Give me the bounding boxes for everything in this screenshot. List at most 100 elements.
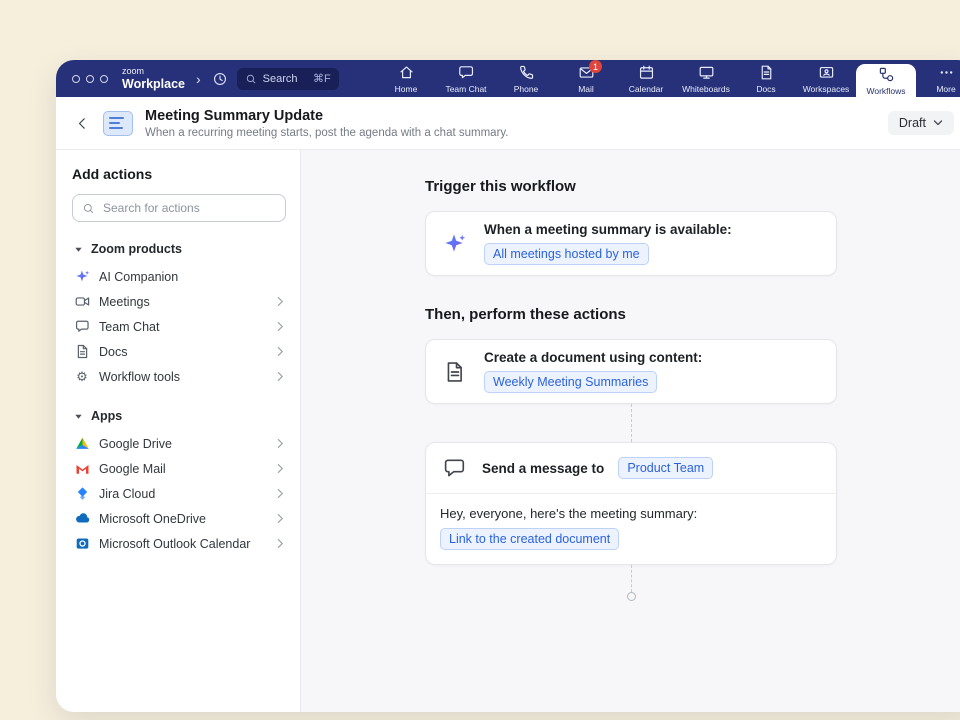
sidebar-item-meetings[interactable]: Meetings	[72, 289, 286, 314]
nav-item-workspaces[interactable]: Workspaces	[796, 60, 856, 97]
ellipsis-icon	[938, 64, 955, 81]
nav-item-phone[interactable]: Phone	[496, 60, 556, 97]
action-message-text: Send a message to	[482, 461, 604, 476]
sidebar-item-label: AI Companion	[99, 270, 284, 284]
search-label: Search	[263, 73, 298, 85]
nav-item-team-chat[interactable]: Team Chat	[436, 60, 496, 97]
workspaces-icon	[818, 64, 835, 81]
action-card-send-message[interactable]: Send a message to Product Team Hey, ever…	[425, 442, 837, 565]
window-controls[interactable]	[72, 75, 108, 83]
whiteboard-icon	[698, 64, 715, 81]
home-icon	[398, 64, 415, 81]
sidebar-item-google-mail[interactable]: Google Mail	[72, 456, 286, 481]
chevron-right-icon	[277, 438, 284, 449]
jira-icon	[74, 486, 90, 502]
sidebar-item-ai-companion[interactable]: AI Companion	[72, 264, 286, 289]
nav-item-whiteboards[interactable]: Whiteboards	[676, 60, 736, 97]
window-control-dot[interactable]	[100, 75, 108, 83]
chevron-left-icon	[74, 115, 91, 132]
nav-label: Whiteboards	[682, 84, 730, 94]
message-bubble-icon	[442, 456, 468, 480]
sidebar-item-microsoft-onedrive[interactable]: Microsoft OneDrive	[72, 506, 286, 531]
action-document-text: Create a document using content:	[484, 350, 702, 365]
document-icon	[442, 360, 468, 384]
workflow-canvas: Trigger this workflow When a meeting sum…	[301, 150, 960, 712]
trigger-heading: Trigger this workflow	[425, 178, 837, 195]
nav-forward-chevron[interactable]: ›	[194, 72, 203, 86]
back-button[interactable]	[74, 115, 91, 132]
brand-zoom: zoom	[122, 67, 185, 76]
actions-sidebar: Add actions Zoom products AI Companion	[56, 150, 301, 712]
sidebar-item-label: Docs	[99, 345, 268, 359]
history-icon[interactable]	[212, 71, 228, 87]
nav-label: Workflows	[866, 86, 905, 96]
document-content-tag[interactable]: Weekly Meeting Summaries	[484, 371, 657, 393]
workflow-header: Meeting Summary Update When a recurring …	[56, 97, 960, 150]
nav-item-more[interactable]: More	[916, 60, 960, 97]
nav-item-home[interactable]: Home	[376, 60, 436, 97]
nav-label: Team Chat	[445, 84, 486, 94]
phone-icon	[518, 64, 535, 81]
chevron-right-icon	[277, 538, 284, 549]
sidebar-item-microsoft-outlook-calendar[interactable]: Microsoft Outlook Calendar	[72, 531, 286, 556]
chevron-right-icon	[277, 296, 284, 307]
google-drive-icon	[74, 436, 90, 452]
nav-tabs: Home Team Chat Phone Mail 1 Calendar	[376, 60, 960, 97]
app-window: zoom Workplace › Search ⌘F Home Team Cha…	[56, 60, 960, 712]
actions-search[interactable]	[72, 194, 286, 222]
message-recipient-tag[interactable]: Product Team	[618, 457, 713, 479]
page-subtitle: When a recurring meeting starts, post th…	[145, 127, 509, 139]
chevron-right-icon	[277, 321, 284, 332]
trigger-scope-tag[interactable]: All meetings hosted by me	[484, 243, 649, 265]
ai-sparkle-icon	[442, 232, 468, 256]
chevron-right-icon	[277, 371, 284, 382]
sidebar-item-label: Microsoft OneDrive	[99, 512, 268, 526]
sidebar-item-team-chat[interactable]: Team Chat	[72, 314, 286, 339]
sidebar-item-label: Google Drive	[99, 437, 268, 451]
onedrive-icon	[74, 511, 90, 527]
video-camera-icon	[74, 294, 90, 310]
search-icon	[245, 73, 257, 85]
message-link-tag[interactable]: Link to the created document	[440, 528, 619, 550]
ai-companion-icon	[74, 269, 90, 285]
nav-label: Home	[395, 84, 418, 94]
sidebar-item-label: Team Chat	[99, 320, 268, 334]
sidebar-item-workflow-tools[interactable]: ⚙ Workflow tools	[72, 364, 286, 389]
trigger-text: When a meeting summary is available:	[484, 222, 732, 237]
chat-icon	[458, 64, 475, 81]
section-header-apps[interactable]: Apps	[72, 407, 286, 425]
section-header-zoom-products[interactable]: Zoom products	[72, 240, 286, 258]
sidebar-title: Add actions	[72, 166, 286, 182]
gmail-icon	[74, 461, 90, 477]
nav-item-docs[interactable]: Docs	[736, 60, 796, 97]
workflows-icon	[878, 66, 895, 83]
workflow-connector	[631, 565, 632, 592]
caret-down-icon	[74, 412, 83, 421]
actions-search-input[interactable]	[101, 200, 276, 216]
gear-icon: ⚙	[74, 369, 90, 385]
add-step-node[interactable]	[627, 592, 636, 601]
nav-item-mail[interactable]: Mail 1	[556, 60, 616, 97]
sidebar-item-label: Google Mail	[99, 462, 268, 476]
nav-label: Phone	[514, 84, 539, 94]
sidebar-item-jira-cloud[interactable]: Jira Cloud	[72, 481, 286, 506]
action-card-create-document[interactable]: Create a document using content: Weekly …	[425, 339, 837, 404]
search-icon	[82, 202, 95, 215]
section-label: Zoom products	[91, 242, 182, 256]
window-control-dot[interactable]	[86, 75, 94, 83]
status-badge: Draft	[899, 116, 926, 130]
sidebar-item-google-drive[interactable]: Google Drive	[72, 431, 286, 456]
nav-item-workflows[interactable]: Workflows	[856, 64, 916, 97]
page-title: Meeting Summary Update	[145, 108, 509, 124]
nav-label: Workspaces	[803, 84, 850, 94]
window-control-dot[interactable]	[72, 75, 80, 83]
global-search[interactable]: Search ⌘F	[237, 68, 339, 90]
nav-item-calendar[interactable]: Calendar	[616, 60, 676, 97]
document-icon	[74, 344, 90, 360]
workflow-connector	[631, 404, 632, 442]
trigger-card[interactable]: When a meeting summary is available: All…	[425, 211, 837, 276]
chevron-down-icon	[933, 118, 943, 128]
section-apps: Apps Google Drive Google Mail	[72, 407, 286, 556]
sidebar-item-docs[interactable]: Docs	[72, 339, 286, 364]
draft-status-dropdown[interactable]: Draft	[888, 111, 954, 135]
